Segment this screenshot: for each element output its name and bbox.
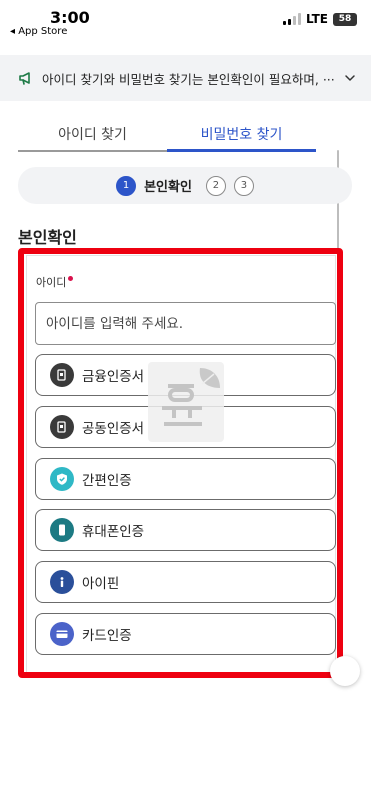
simple-auth-label: 간편인증 <box>82 473 132 489</box>
mobile-phone-icon <box>50 518 74 542</box>
step-1: 1 <box>116 175 137 196</box>
status-bar: 3:00 ◂ App Store LTE 58 <box>0 0 371 42</box>
mobile-auth-button[interactable]: 휴대폰인증 <box>35 509 336 551</box>
id-field-label-text: 아이디 <box>36 276 67 289</box>
back-to-app-store-link[interactable]: ◂ App Store <box>10 26 67 37</box>
financial-certificate-icon <box>50 363 74 387</box>
floating-scroll-button[interactable] <box>330 656 360 686</box>
step-2: 2 <box>205 175 226 196</box>
card-auth-button[interactable]: 카드인증 <box>35 613 336 655</box>
battery-icon: 58 <box>333 12 357 26</box>
credit-card-icon <box>50 622 74 646</box>
mobile-auth-label: 휴대폰인증 <box>82 524 145 540</box>
step-indicator: 1 본인확인 2 3 <box>18 167 352 204</box>
id-input[interactable] <box>35 302 336 345</box>
ipin-label: 아이핀 <box>82 576 120 592</box>
find-tabs: 아이디 찾기 비밀번호 찾기 <box>18 116 316 152</box>
megaphone-icon <box>19 72 30 85</box>
chevron-down-icon[interactable] <box>343 71 357 85</box>
simple-auth-button[interactable]: 간편인증 <box>35 458 336 500</box>
card-auth-label: 카드인증 <box>82 628 132 644</box>
notice-banner[interactable]: 아이디 찾기와 비밀번호 찾기는 본인확인이 필요하며, ··· <box>0 55 371 101</box>
notice-text: 아이디 찾기와 비밀번호 찾기는 본인확인이 필요하며, ··· <box>42 71 335 87</box>
network-type: LTE <box>305 12 328 26</box>
joint-certificate-icon <box>50 415 74 439</box>
status-indicators: LTE 58 <box>282 12 357 26</box>
ipin-button[interactable]: 아이핀 <box>35 561 336 603</box>
simple-auth-shield-icon <box>50 467 74 491</box>
watermark-logo <box>148 362 224 442</box>
status-time: 3:00 <box>50 8 90 27</box>
ipin-info-icon <box>50 570 74 594</box>
signal-strength-icon <box>282 13 301 25</box>
tab-find-id[interactable]: 아이디 찾기 <box>18 116 167 152</box>
step-3: 3 <box>233 175 254 196</box>
financial-certificate-label: 금융인증서 <box>82 369 145 385</box>
tab-find-password[interactable]: 비밀번호 찾기 <box>167 116 316 152</box>
joint-certificate-label: 공동인증서 <box>82 421 145 437</box>
id-field-label: 아이디 <box>36 274 74 290</box>
current-step-label: 본인확인 <box>144 180 192 195</box>
required-indicator <box>68 276 74 281</box>
section-title: 본인확인 <box>18 228 77 247</box>
